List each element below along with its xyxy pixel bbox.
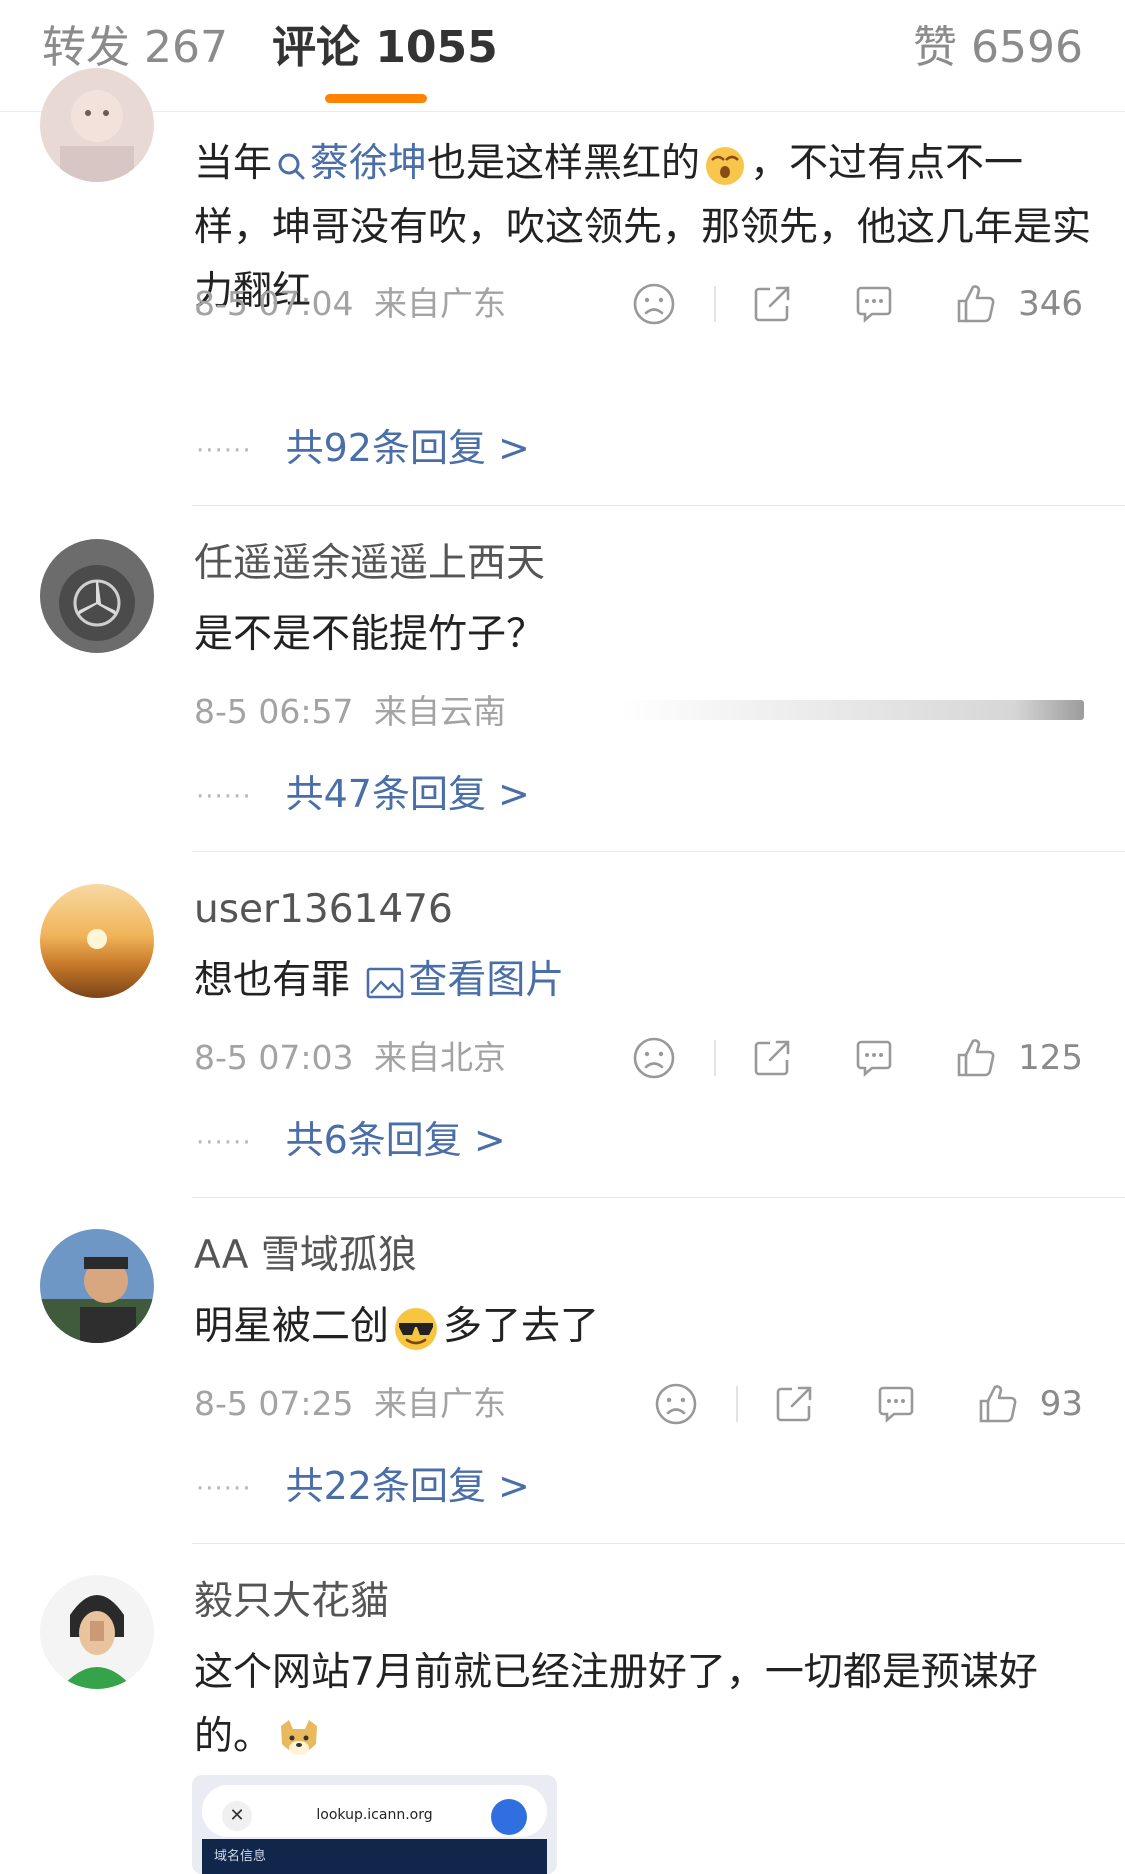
comment-actions: 125 bbox=[628, 1030, 1083, 1086]
tab-repost[interactable]: 转发 267 bbox=[42, 18, 228, 78]
comment-meta: 8-5 07:03 来自北京 bbox=[194, 1034, 506, 1082]
location: 来自北京 bbox=[374, 1038, 506, 1077]
comment-meta: 8-5 07:04 来自广东 bbox=[194, 280, 506, 328]
image-icon bbox=[367, 967, 404, 998]
sunglasses-face-icon bbox=[395, 1307, 438, 1350]
loading-placeholder bbox=[620, 700, 1084, 720]
tab-likes[interactable]: 赞 6596 bbox=[913, 18, 1083, 78]
avatar[interactable] bbox=[40, 68, 154, 182]
thumbs-up-icon bbox=[979, 1385, 1017, 1423]
comment-text-part: 多了去了 bbox=[443, 1304, 600, 1349]
attached-image-thumbnail[interactable]: ✕ lookup.icann.org 域名信息 bbox=[192, 1775, 557, 1874]
view-image-label: 查看图片 bbox=[408, 958, 565, 1003]
sad-face-icon bbox=[655, 1383, 697, 1425]
search-icon bbox=[278, 153, 305, 179]
divider bbox=[192, 505, 1125, 506]
dislike-button[interactable] bbox=[650, 1378, 702, 1430]
active-tab-indicator bbox=[325, 94, 427, 103]
comment-icon bbox=[856, 1040, 892, 1077]
sad-face-icon bbox=[633, 1037, 675, 1079]
divider bbox=[192, 851, 1125, 852]
location: 来自广东 bbox=[374, 284, 506, 323]
location: 来自广东 bbox=[374, 1384, 506, 1423]
comment-text: 明星被二创 多了去了 bbox=[194, 1295, 1094, 1359]
share-button[interactable] bbox=[768, 1378, 820, 1430]
comment-text-part: 也是这样黑红的 bbox=[427, 141, 701, 186]
view-replies-link[interactable]: ······ 共47条回复 > bbox=[196, 766, 530, 825]
view-replies-link[interactable]: ······ 共22条回复 > bbox=[196, 1458, 530, 1517]
ellipsis-dots: ······ bbox=[196, 1127, 252, 1158]
reply-button[interactable] bbox=[848, 278, 900, 330]
shocked-face-icon bbox=[706, 146, 745, 185]
like-button[interactable] bbox=[950, 1032, 1002, 1084]
avatar[interactable] bbox=[40, 884, 154, 998]
comment-text-part: 当年 bbox=[194, 141, 273, 186]
like-count: 346 bbox=[1018, 284, 1083, 324]
tab-comments[interactable]: 评论 1055 bbox=[272, 18, 498, 78]
view-image-link[interactable]: 查看图片 bbox=[362, 958, 564, 1003]
sad-face-icon bbox=[633, 283, 675, 325]
ellipsis-dots: ······ bbox=[196, 435, 252, 466]
timestamp: 8-5 07:04 bbox=[194, 284, 354, 323]
translate-icon bbox=[491, 1799, 527, 1835]
location: 来自云南 bbox=[374, 692, 506, 731]
ellipsis-dots: ······ bbox=[196, 781, 252, 812]
replies-label: 共92条回复 > bbox=[285, 426, 530, 470]
avatar[interactable] bbox=[40, 539, 154, 653]
tab-bar: 转发 267 评论 1055 赞 6596 bbox=[0, 0, 1125, 112]
comment-meta: 8-5 07:25 来自广东 bbox=[194, 1380, 506, 1428]
browser-url-bar: ✕ lookup.icann.org bbox=[202, 1785, 547, 1837]
divider bbox=[714, 286, 717, 322]
comment-text-part: 明星被二创 bbox=[194, 1304, 390, 1349]
domain-info-label: 域名信息 bbox=[214, 1849, 267, 1864]
ellipsis-dots: ······ bbox=[196, 1473, 252, 1504]
timestamp: 8-5 07:25 bbox=[194, 1384, 354, 1423]
comment-icon bbox=[878, 1386, 914, 1423]
replies-label: 共22条回复 > bbox=[285, 1464, 530, 1508]
replies-label: 共6条回复 > bbox=[285, 1118, 506, 1162]
timestamp: 8-5 07:03 bbox=[194, 1038, 354, 1077]
comment-text-part: 想也有罪 bbox=[194, 958, 351, 1003]
username[interactable]: user1361476 bbox=[194, 884, 453, 936]
share-icon bbox=[754, 286, 790, 322]
avatar[interactable] bbox=[40, 1575, 154, 1689]
page-header-strip: 域名信息 bbox=[202, 1839, 547, 1874]
comment-meta: 8-5 06:57 来自云南 bbox=[194, 688, 506, 736]
dislike-button[interactable] bbox=[628, 278, 680, 330]
like-button[interactable] bbox=[950, 278, 1002, 330]
divider bbox=[192, 1543, 1125, 1544]
share-icon bbox=[754, 1040, 790, 1076]
reply-button[interactable] bbox=[848, 1032, 900, 1084]
comment-text: 是不是不能提竹子？ bbox=[194, 612, 546, 657]
comment-actions: 346 bbox=[628, 276, 1083, 332]
username[interactable]: AA 雪域孤狼 bbox=[194, 1230, 417, 1282]
thumbs-up-icon bbox=[957, 1039, 995, 1077]
divider bbox=[192, 1197, 1125, 1198]
comment-text: 这个网站7月前就已经注册好了，一切都是预谋好的。 bbox=[194, 1641, 1094, 1769]
reply-button[interactable] bbox=[870, 1378, 922, 1430]
like-button[interactable] bbox=[972, 1378, 1024, 1430]
like-count: 125 bbox=[1018, 1038, 1083, 1078]
username[interactable]: 毅只大花貓 bbox=[194, 1576, 389, 1628]
doge-icon bbox=[281, 1719, 318, 1755]
comment-text: 想也有罪 查看图片 bbox=[194, 949, 1094, 1013]
thumbs-up-icon bbox=[957, 285, 995, 323]
topic-link[interactable]: 蔡徐坤 bbox=[272, 141, 427, 186]
share-button[interactable] bbox=[746, 278, 798, 330]
avatar[interactable] bbox=[40, 1229, 154, 1343]
divider bbox=[714, 1040, 717, 1076]
view-replies-link[interactable]: ······ 共92条回复 > bbox=[196, 420, 530, 479]
topic-label: 蔡徐坤 bbox=[310, 141, 428, 186]
share-button[interactable] bbox=[746, 1032, 798, 1084]
timestamp: 8-5 06:57 bbox=[194, 692, 354, 731]
share-icon bbox=[776, 1386, 812, 1422]
comment-actions: 93 bbox=[650, 1376, 1083, 1432]
like-count: 93 bbox=[1039, 1384, 1083, 1424]
dislike-button[interactable] bbox=[628, 1032, 680, 1084]
divider bbox=[735, 1386, 738, 1422]
comment-icon bbox=[856, 286, 892, 323]
username[interactable]: 任遥遥余遥遥上西天 bbox=[194, 538, 545, 590]
replies-label: 共47条回复 > bbox=[285, 772, 530, 816]
view-replies-link[interactable]: ······ 共6条回复 > bbox=[196, 1112, 506, 1171]
